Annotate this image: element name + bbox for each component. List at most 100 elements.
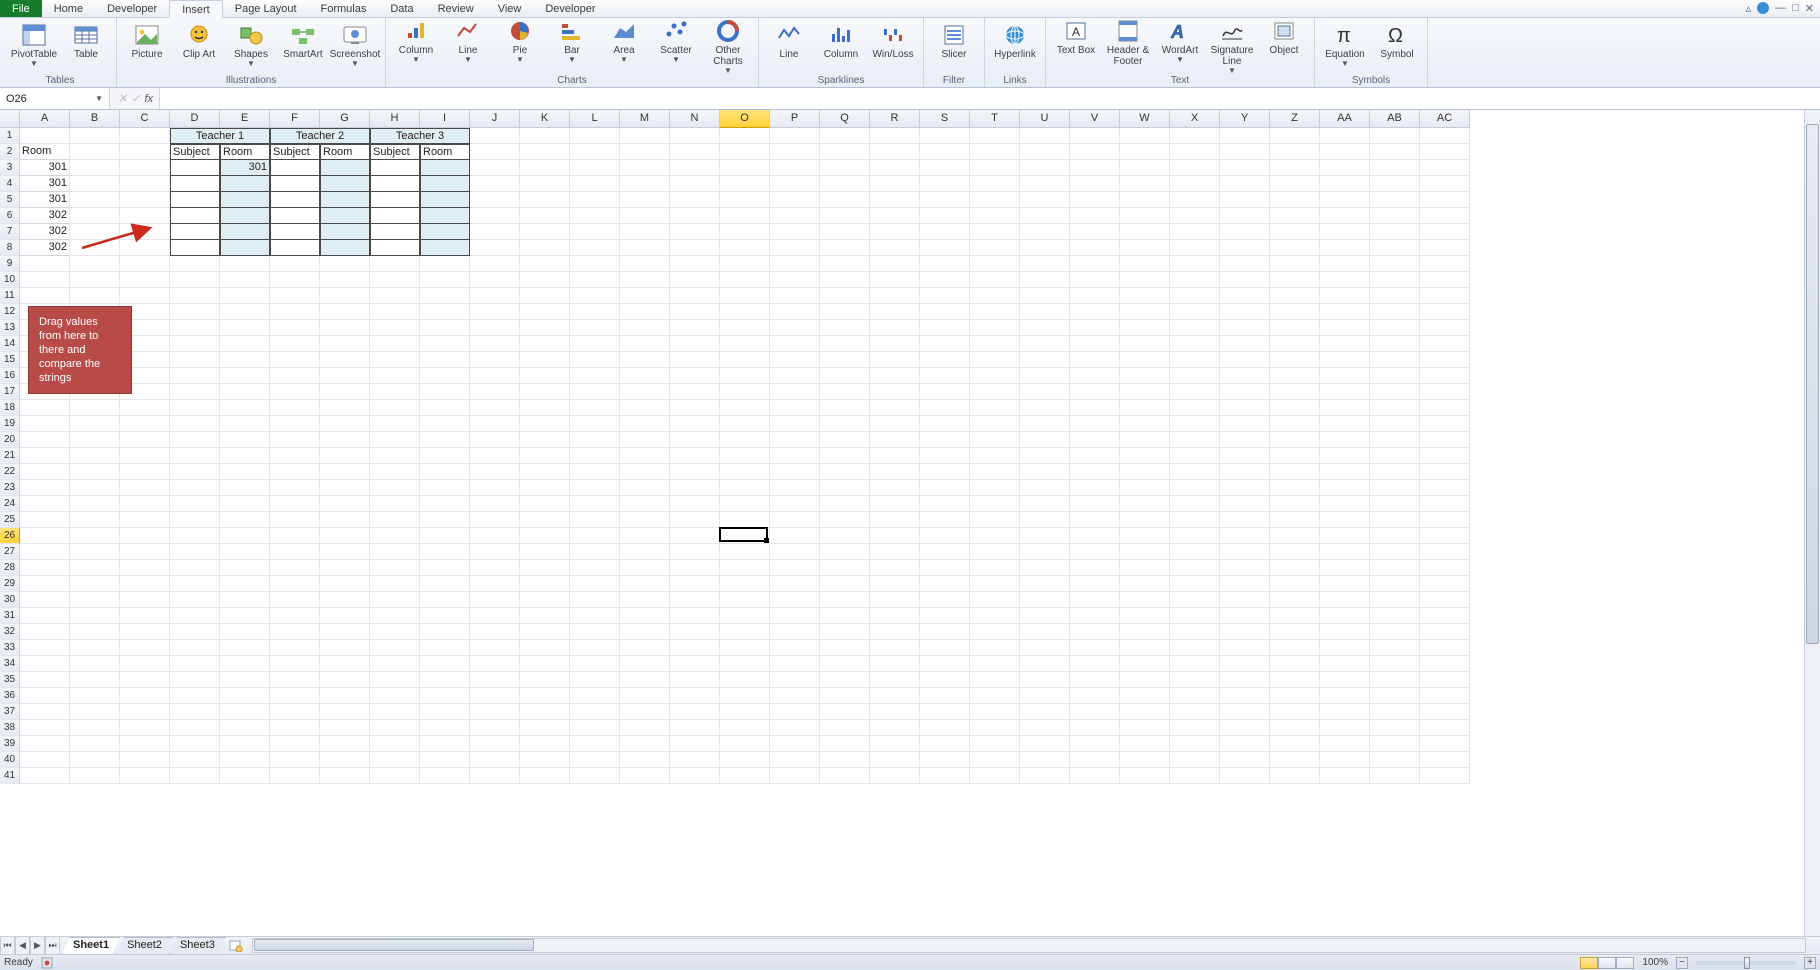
cell-AB25[interactable] [1370,512,1420,528]
cell-Y25[interactable] [1220,512,1270,528]
cell-R14[interactable] [870,336,920,352]
cell-AA16[interactable] [1320,368,1370,384]
cell-J29[interactable] [470,576,520,592]
cell-AB28[interactable] [1370,560,1420,576]
column-header-AB[interactable]: AB [1370,110,1420,128]
cell-C11[interactable] [120,288,170,304]
cell-H33[interactable] [370,640,420,656]
cell-F25[interactable] [270,512,320,528]
cell-Y38[interactable] [1220,720,1270,736]
cell-N40[interactable] [670,752,720,768]
cell-K7[interactable] [520,224,570,240]
cell-I39[interactable] [420,736,470,752]
cell-Q9[interactable] [820,256,870,272]
cell-H7[interactable] [370,224,420,240]
cell-N22[interactable] [670,464,720,480]
cell-D11[interactable] [170,288,220,304]
cell-K31[interactable] [520,608,570,624]
cell-X30[interactable] [1170,592,1220,608]
table-button[interactable]: Table [62,20,110,60]
cell-G4[interactable] [320,176,370,192]
cell-F39[interactable] [270,736,320,752]
cell-K41[interactable] [520,768,570,784]
cell-S22[interactable] [920,464,970,480]
cell-L12[interactable] [570,304,620,320]
cell-B33[interactable] [70,640,120,656]
cell-T16[interactable] [970,368,1020,384]
cell-T36[interactable] [970,688,1020,704]
cell-M25[interactable] [620,512,670,528]
row-header-38[interactable]: 38 [0,720,20,736]
cell-X2[interactable] [1170,144,1220,160]
cell-D22[interactable] [170,464,220,480]
cell-O41[interactable] [720,768,770,784]
shapes-button[interactable]: Shapes▼ [227,20,275,67]
cell-N7[interactable] [670,224,720,240]
row-header-30[interactable]: 30 [0,592,20,608]
cell-E39[interactable] [220,736,270,752]
cell-L2[interactable] [570,144,620,160]
cell-K16[interactable] [520,368,570,384]
cell-W23[interactable] [1120,480,1170,496]
cell-AA31[interactable] [1320,608,1370,624]
cell-AA10[interactable] [1320,272,1370,288]
cell-P2[interactable] [770,144,820,160]
cell-Z35[interactable] [1270,672,1320,688]
cell-Q12[interactable] [820,304,870,320]
cell-AB18[interactable] [1370,400,1420,416]
cell-L26[interactable] [570,528,620,544]
row-header-7[interactable]: 7 [0,224,20,240]
cell-AC20[interactable] [1420,432,1470,448]
cell-O16[interactable] [720,368,770,384]
cell-U28[interactable] [1020,560,1070,576]
pie-chart-button[interactable]: Pie▼ [496,16,544,63]
cell-W32[interactable] [1120,624,1170,640]
cell-AC21[interactable] [1420,448,1470,464]
cell-J2[interactable] [470,144,520,160]
cell-A5[interactable]: 301 [20,192,70,208]
cell-E22[interactable] [220,464,270,480]
cell-L11[interactable] [570,288,620,304]
cell-L5[interactable] [570,192,620,208]
cell-X1[interactable] [1170,128,1220,144]
cell-Y15[interactable] [1220,352,1270,368]
cell-Z31[interactable] [1270,608,1320,624]
cell-O6[interactable] [720,208,770,224]
cell-X34[interactable] [1170,656,1220,672]
cell-M12[interactable] [620,304,670,320]
cell-B34[interactable] [70,656,120,672]
row-header-27[interactable]: 27 [0,544,20,560]
cell-C4[interactable] [120,176,170,192]
cell-R13[interactable] [870,320,920,336]
cell-A8[interactable]: 302 [20,240,70,256]
cell-U40[interactable] [1020,752,1070,768]
cell-E3[interactable]: 301 [220,160,270,176]
cell-E14[interactable] [220,336,270,352]
cell-A36[interactable] [20,688,70,704]
cell-AB34[interactable] [1370,656,1420,672]
cell-M37[interactable] [620,704,670,720]
column-header-K[interactable]: K [520,110,570,128]
cell-E10[interactable] [220,272,270,288]
cell-O10[interactable] [720,272,770,288]
cell-E28[interactable] [220,560,270,576]
cell-U4[interactable] [1020,176,1070,192]
cell-N5[interactable] [670,192,720,208]
cell-Q41[interactable] [820,768,870,784]
cell-D30[interactable] [170,592,220,608]
cell-T3[interactable] [970,160,1020,176]
cell-B5[interactable] [70,192,120,208]
cell-S11[interactable] [920,288,970,304]
cell-B39[interactable] [70,736,120,752]
cell-O20[interactable] [720,432,770,448]
cell-G33[interactable] [320,640,370,656]
cell-S30[interactable] [920,592,970,608]
cell-F21[interactable] [270,448,320,464]
cell-P11[interactable] [770,288,820,304]
cell-U18[interactable] [1020,400,1070,416]
tab-page-layout[interactable]: Page Layout [223,0,309,17]
cell-O30[interactable] [720,592,770,608]
cell-Z27[interactable] [1270,544,1320,560]
cell-Q31[interactable] [820,608,870,624]
cell-J5[interactable] [470,192,520,208]
